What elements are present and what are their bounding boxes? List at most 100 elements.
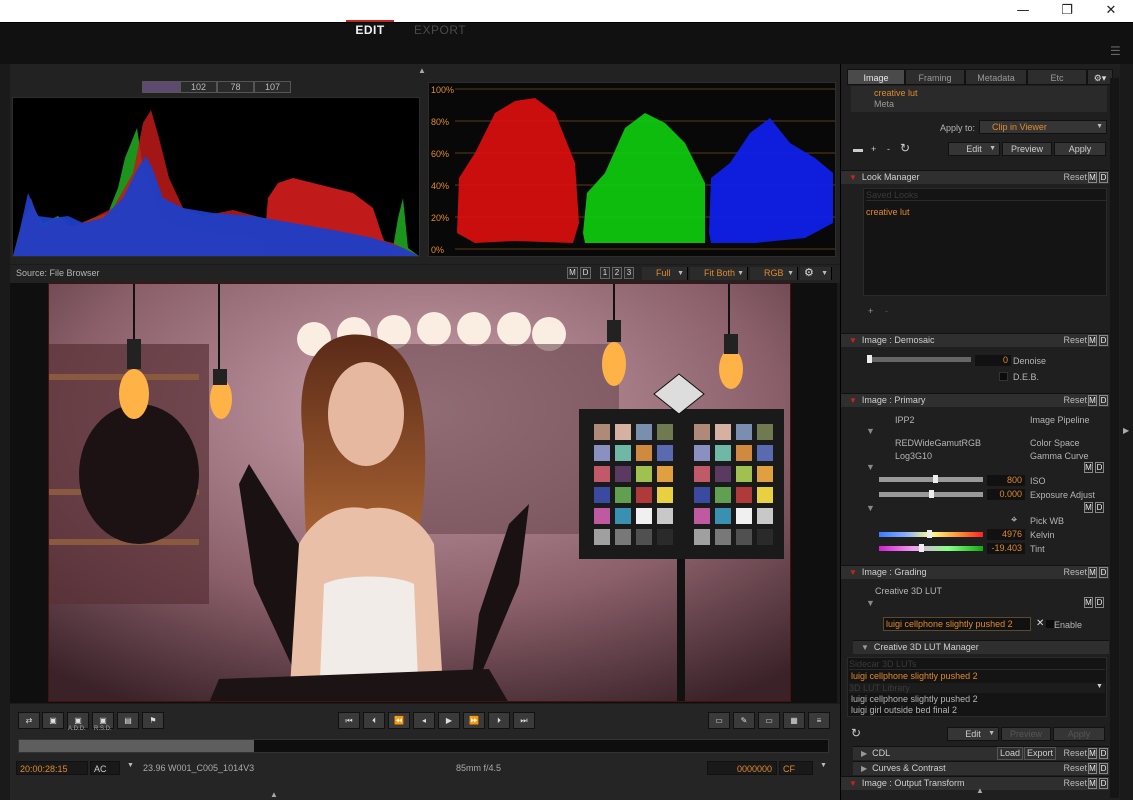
- remove-icon[interactable]: -: [887, 144, 890, 154]
- collapse-scopes-icon[interactable]: ▲: [418, 66, 426, 75]
- collapse-transport-icon[interactable]: ▲: [270, 790, 278, 799]
- panel-scrollbar[interactable]: [1110, 78, 1119, 798]
- slot-2-button[interactable]: 2: [612, 267, 622, 279]
- tint-slider[interactable]: [879, 544, 983, 552]
- d-button[interactable]: D: [1099, 763, 1108, 774]
- reset-button[interactable]: Reset: [1063, 394, 1087, 407]
- kelvin-value[interactable]: 4976: [987, 529, 1025, 540]
- counter-mode-select[interactable]: CF: [779, 761, 813, 775]
- folder-icon[interactable]: ▬: [853, 144, 863, 155]
- timecode-field[interactable]: 20:00:28:15: [16, 761, 88, 775]
- tab-image[interactable]: Image: [847, 69, 905, 85]
- play-icon[interactable]: ▶: [438, 712, 460, 729]
- sidecar-lut-item[interactable]: luigi cellphone slightly pushed 2: [851, 671, 978, 681]
- curves-header[interactable]: ▶ Curves & Contrast Reset M D: [853, 761, 1109, 775]
- slider-knob[interactable]: [933, 475, 938, 483]
- demosaic-header[interactable]: ▼ Image : Demosaic Reset M D: [841, 333, 1109, 347]
- reset-button[interactable]: Reset: [1063, 747, 1087, 760]
- previous-clip-icon[interactable]: ⏴: [363, 712, 385, 729]
- tab-etc[interactable]: Etc: [1027, 69, 1087, 85]
- deb-checkbox[interactable]: [999, 372, 1008, 381]
- m-button[interactable]: M: [1084, 502, 1093, 513]
- lut-field[interactable]: luigi cellphone slightly pushed 2: [883, 617, 1031, 631]
- m-button[interactable]: M: [567, 267, 578, 279]
- preset-item[interactable]: creative lut: [874, 88, 918, 98]
- slider-knob[interactable]: [929, 490, 934, 498]
- m-button[interactable]: M: [1088, 335, 1097, 346]
- denoise-value[interactable]: 0: [975, 355, 1011, 366]
- m-button[interactable]: M: [1088, 763, 1097, 774]
- rewind-icon[interactable]: ⏪: [388, 712, 410, 729]
- d-button[interactable]: D: [1095, 462, 1104, 473]
- apply-button[interactable]: Apply: [1054, 142, 1106, 156]
- d-button[interactable]: D: [1099, 567, 1108, 578]
- tab-edit[interactable]: EDIT: [346, 20, 394, 37]
- go-to-end-icon[interactable]: ⏭: [513, 712, 535, 729]
- slider-knob[interactable]: [867, 355, 872, 363]
- preset-item[interactable]: Meta: [874, 99, 894, 109]
- aspect-icon[interactable]: ▭: [758, 712, 780, 729]
- chevron-down-icon[interactable]: ▼: [127, 762, 134, 769]
- maximize-button[interactable]: ❐: [1045, 0, 1089, 22]
- export-frame-icon[interactable]: ▤: [117, 712, 139, 729]
- lut-preview-button[interactable]: Preview: [1001, 727, 1051, 741]
- m-button[interactable]: M: [1088, 567, 1097, 578]
- crosshair-icon[interactable]: ⌖: [1011, 514, 1017, 527]
- slider-knob[interactable]: [927, 530, 932, 538]
- reset-button[interactable]: Reset: [1063, 762, 1087, 775]
- enable-checkbox[interactable]: [1046, 620, 1054, 628]
- cdl-load-button[interactable]: Load: [997, 747, 1024, 760]
- step-back-icon[interactable]: ◂: [413, 712, 435, 729]
- snapshot-icon[interactable]: ▣: [42, 712, 64, 729]
- expand-right-icon[interactable]: ▶: [1123, 426, 1129, 435]
- library-lut-item[interactable]: luigi cellphone slightly pushed 2: [851, 694, 978, 704]
- flag-icon[interactable]: ⚑: [142, 712, 164, 729]
- tab-metadata[interactable]: Metadata: [965, 69, 1027, 85]
- slot-3-button[interactable]: 3: [624, 267, 634, 279]
- look-manager-header[interactable]: ▼ Look Manager Reset M D: [841, 170, 1109, 184]
- d-button[interactable]: D: [580, 267, 591, 279]
- minimize-button[interactable]: —: [1001, 0, 1045, 22]
- look-item[interactable]: creative lut: [866, 207, 910, 217]
- cdl-export-button[interactable]: Export: [1024, 747, 1057, 760]
- slot-1-button[interactable]: 1: [600, 267, 610, 279]
- timeline-scrubber[interactable]: [18, 739, 829, 753]
- clear-icon[interactable]: ✕: [1036, 618, 1044, 629]
- expand-icon[interactable]: ▼: [866, 426, 875, 436]
- collapse-panel-icon[interactable]: ▲: [976, 786, 984, 795]
- kelvin-slider[interactable]: [879, 530, 983, 538]
- primary-header[interactable]: ▼ Image : Primary Reset M D: [841, 393, 1109, 407]
- add-icon[interactable]: +: [871, 144, 876, 154]
- tab-export[interactable]: EXPORT: [414, 23, 466, 37]
- reset-button[interactable]: Reset: [1063, 171, 1087, 184]
- tool-compare-icon[interactable]: ⇄: [18, 712, 40, 729]
- refresh-icon[interactable]: ↻: [900, 141, 910, 155]
- fast-forward-icon[interactable]: ⏩: [463, 712, 485, 729]
- fit-select[interactable]: Fit Both ▼: [690, 267, 748, 280]
- resolution-select[interactable]: Full ▼: [642, 267, 688, 280]
- expand-icon[interactable]: ▼: [866, 503, 875, 513]
- expand-icon[interactable]: ▼: [866, 598, 875, 608]
- viewer-settings-button[interactable]: ⚙ ▼: [800, 267, 832, 280]
- guides-icon[interactable]: ▦: [783, 712, 805, 729]
- eyedropper-icon[interactable]: ✎: [733, 712, 755, 729]
- preview-button[interactable]: Preview: [1002, 142, 1052, 156]
- m-button[interactable]: M: [1084, 597, 1093, 608]
- apply-to-select[interactable]: Clip in Viewer ▼: [979, 120, 1107, 134]
- go-to-start-icon[interactable]: ⏮: [338, 712, 360, 729]
- m-button[interactable]: M: [1088, 395, 1097, 406]
- add-look-icon[interactable]: +: [868, 306, 873, 316]
- image-viewer[interactable]: [10, 283, 837, 703]
- iso-value[interactable]: 800: [987, 475, 1025, 486]
- reset-button[interactable]: Reset: [1063, 334, 1087, 347]
- lut-manager-header[interactable]: ▼ Creative 3D LUT Manager: [853, 640, 1109, 654]
- pipeline-value[interactable]: IPP2: [895, 415, 915, 425]
- expand-icon[interactable]: ▼: [866, 462, 875, 472]
- gamma-value[interactable]: Log3G10: [895, 451, 932, 461]
- d-button[interactable]: D: [1099, 778, 1108, 789]
- m-button[interactable]: M: [1088, 172, 1097, 183]
- d-button[interactable]: D: [1099, 748, 1108, 759]
- remove-look-icon[interactable]: -: [885, 306, 888, 316]
- chevron-down-icon[interactable]: ▼: [1096, 683, 1103, 690]
- chevron-down-icon[interactable]: ▼: [820, 762, 827, 769]
